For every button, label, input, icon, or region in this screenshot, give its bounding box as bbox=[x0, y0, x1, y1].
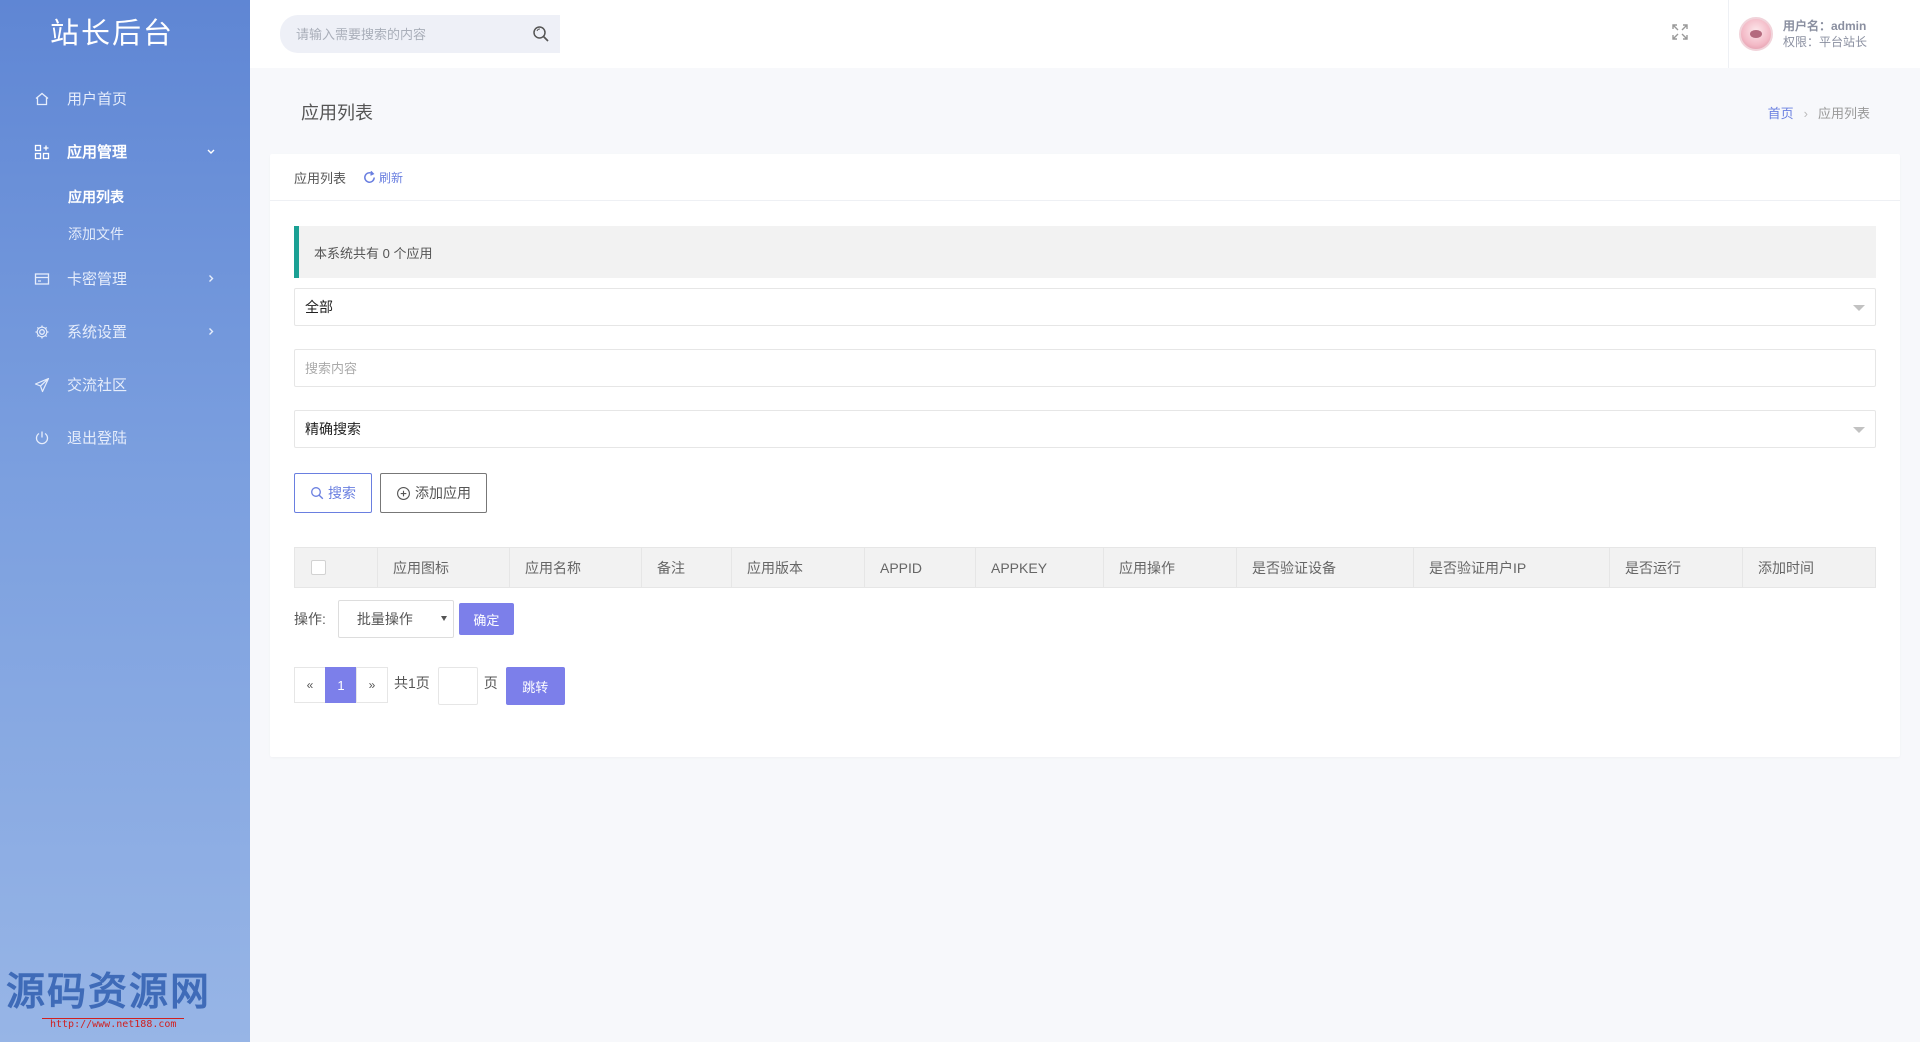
top-header: 用户名：admin 权限：平台站长 bbox=[250, 0, 1920, 68]
brand-title: 站长后台 bbox=[49, 18, 174, 50]
sidebar-item-label: 卡密管理 bbox=[67, 271, 128, 288]
power-icon bbox=[34, 430, 50, 446]
page-unit-label: 页 bbox=[483, 675, 498, 691]
batch-operations: 操作: 批量操作 确定 bbox=[294, 600, 514, 638]
breadcrumb-home-link[interactable]: 首页 bbox=[1768, 106, 1794, 121]
add-circle-icon bbox=[397, 486, 410, 500]
sidebar-item-label: 用户首页 bbox=[67, 91, 128, 108]
search-button-label: 搜索 bbox=[328, 485, 356, 501]
filter-select[interactable]: 全部 bbox=[294, 288, 1876, 326]
batch-label: 操作: bbox=[294, 611, 326, 627]
caret-down-icon bbox=[440, 616, 447, 621]
sidebar-item-card-management[interactable]: 卡密管理 bbox=[0, 252, 250, 305]
apps-icon bbox=[34, 144, 50, 160]
page-jump-input[interactable] bbox=[437, 667, 478, 705]
card-title: 应用列表 bbox=[294, 170, 347, 186]
sidebar-item-label: 退出登陆 bbox=[67, 430, 128, 447]
sidebar-item-label: 应用管理 bbox=[67, 144, 128, 161]
refresh-label: 刷新 bbox=[379, 170, 404, 185]
sidebar-subitem-app-list[interactable]: 应用列表 bbox=[0, 178, 250, 215]
column-header: 添加时间 bbox=[1758, 559, 1814, 576]
user-name: 用户名：admin bbox=[1783, 19, 1867, 33]
app-count-notice: 本系统共有 0 个应用 bbox=[294, 226, 1876, 278]
watermark-logo: 源码资源网 http://www.net188.com bbox=[6, 970, 211, 1030]
sidebar-item-community[interactable]: 交流社区 bbox=[0, 358, 250, 411]
column-header: 应用版本 bbox=[732, 548, 865, 587]
sidebar-item-home[interactable]: 用户首页 bbox=[0, 72, 250, 125]
sidebar-item-system-settings[interactable]: 系统设置 bbox=[0, 305, 250, 358]
select-all-checkbox[interactable] bbox=[311, 560, 326, 575]
search-content-input[interactable] bbox=[305, 360, 1875, 376]
refresh-button[interactable]: 刷新 bbox=[362, 169, 403, 186]
prev-page-button[interactable]: « bbox=[294, 667, 326, 703]
column-header: 是否运行 bbox=[1610, 548, 1743, 587]
search-icon bbox=[311, 487, 324, 500]
search-mode-value: 精确搜索 bbox=[305, 421, 361, 437]
search-icon[interactable] bbox=[532, 25, 550, 46]
chevron-right-icon bbox=[206, 270, 216, 287]
page-title: 应用列表 bbox=[301, 103, 373, 123]
breadcrumb-separator-icon: › bbox=[1803, 106, 1808, 121]
caret-down-icon bbox=[1853, 305, 1865, 311]
column-header: 应用名称 bbox=[510, 548, 642, 587]
jump-button[interactable]: 跳转 bbox=[505, 667, 565, 705]
table-select-all[interactable] bbox=[295, 548, 378, 587]
user-info: 用户名：admin 权限：平台站长 bbox=[1783, 18, 1867, 50]
sidebar-nav: 用户首页 应用管理 应用列表 添加文件 卡密管理 系统设置 交流社区 退出登陆 bbox=[0, 72, 250, 464]
watermark-url: http://www.net188.com bbox=[42, 1018, 185, 1030]
global-search bbox=[280, 15, 560, 53]
column-header: 备注 bbox=[642, 548, 732, 587]
chevron-down-icon bbox=[206, 143, 216, 160]
table-header: 应用图标 应用名称 备注 应用版本 APPID APPKEY 应用操作 是否验证… bbox=[294, 547, 1876, 588]
fullscreen-icon[interactable] bbox=[1670, 22, 1690, 45]
sidebar-item-label: 系统设置 bbox=[67, 324, 128, 341]
column-header: 应用图标 bbox=[378, 548, 510, 587]
page-1-button[interactable]: 1 bbox=[325, 667, 357, 703]
column-header: 是否验证用户IP bbox=[1414, 548, 1610, 587]
card-header: 应用列表 刷新 bbox=[270, 154, 1900, 201]
card-icon bbox=[34, 271, 50, 287]
chevron-right-icon bbox=[206, 323, 216, 340]
column-header: APPKEY bbox=[976, 548, 1104, 587]
batch-confirm-button[interactable]: 确定 bbox=[458, 603, 514, 635]
column-header: 是否验证设备 bbox=[1237, 548, 1414, 587]
search-mode-select[interactable]: 精确搜索 bbox=[294, 410, 1876, 448]
filter-select-value: 全部 bbox=[305, 299, 333, 315]
sidebar-subitem-add-file[interactable]: 添加文件 bbox=[0, 215, 250, 252]
action-buttons: 搜索 添加应用 bbox=[294, 473, 495, 513]
sidebar-item-label: 交流社区 bbox=[67, 377, 128, 394]
sidebar: 站长后台 用户首页 应用管理 应用列表 添加文件 卡密管理 系统设置 交流社区 … bbox=[0, 0, 250, 1042]
breadcrumb-current: 应用列表 bbox=[1817, 106, 1870, 121]
pagination: « 1 » 共1页 页 跳转 bbox=[294, 667, 565, 705]
breadcrumb: 首页 › 应用列表 bbox=[1768, 103, 1870, 122]
column-header: APPID bbox=[865, 548, 976, 587]
user-profile[interactable]: 用户名：admin 权限：平台站长 bbox=[1728, 0, 1890, 68]
next-page-button[interactable]: » bbox=[356, 667, 388, 703]
app-list-card: 应用列表 刷新 本系统共有 0 个应用 全部 精确搜索 搜索 添加应用 应用图标… bbox=[270, 154, 1900, 757]
sidebar-item-logout[interactable]: 退出登陆 bbox=[0, 411, 250, 464]
home-icon bbox=[34, 91, 50, 107]
global-search-input[interactable] bbox=[296, 26, 516, 42]
add-app-button-label: 添加应用 bbox=[415, 485, 471, 501]
user-role: 权限：平台站长 bbox=[1783, 35, 1868, 49]
search-button[interactable]: 搜索 bbox=[294, 473, 372, 513]
caret-down-icon bbox=[1853, 427, 1865, 433]
column-header: 应用操作 bbox=[1104, 548, 1237, 587]
refresh-icon bbox=[364, 170, 375, 183]
search-content-field bbox=[294, 349, 1876, 387]
send-icon bbox=[34, 377, 50, 393]
batch-select[interactable]: 批量操作 bbox=[337, 600, 454, 638]
avatar[interactable] bbox=[1739, 17, 1773, 51]
total-pages: 共1页 bbox=[394, 675, 430, 691]
watermark-title: 源码资源网 bbox=[6, 969, 212, 1015]
sidebar-item-app-management[interactable]: 应用管理 bbox=[0, 125, 250, 178]
add-app-button[interactable]: 添加应用 bbox=[380, 473, 487, 513]
gear-icon bbox=[34, 324, 50, 340]
batch-select-value: 批量操作 bbox=[356, 611, 413, 627]
